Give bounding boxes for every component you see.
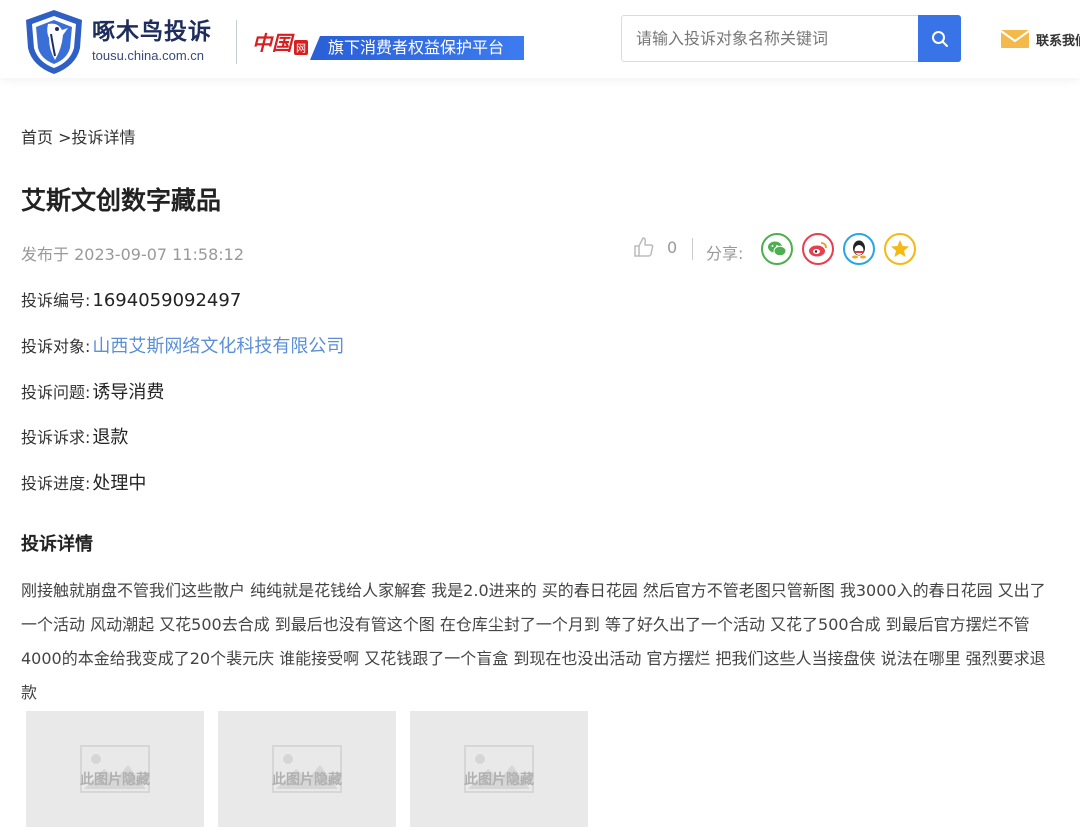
- qq-icon: [852, 240, 866, 259]
- field-label: 投诉问题:: [21, 383, 91, 402]
- woodpecker-shield-icon: [26, 10, 82, 74]
- logo-title: 啄木鸟投诉: [92, 19, 212, 45]
- image-thumbnails: 此图片隐藏 此图片隐藏 此图片隐藏: [26, 711, 588, 827]
- field-complaint-id: 投诉编号: 1694059092497: [21, 287, 241, 311]
- china-com-cn-badge[interactable]: 中国 网 旗下消费者权益保护平台: [250, 24, 524, 60]
- share-qzone-button[interactable]: [884, 233, 916, 265]
- share-qq-button[interactable]: [843, 233, 875, 265]
- breadcrumb-separator: >: [53, 128, 72, 147]
- site-logo[interactable]: 啄木鸟投诉 tousu.china.com.cn: [22, 8, 211, 76]
- detail-text: 刚接触就崩盘不管我们这些散户 纯纯就是花钱给人家解套 我是2.0进来的 买的春日…: [21, 581, 1046, 702]
- china-logo: 中国 网: [250, 24, 316, 60]
- breadcrumb-current: 投诉详情: [71, 128, 136, 147]
- logo-divider: [236, 20, 237, 64]
- platform-slogan: 旗下消费者权益保护平台: [310, 36, 524, 60]
- publish-time: 发布于 2023-09-07 11:58:12: [21, 245, 245, 264]
- page-title: 艾斯文创数字藏品: [21, 186, 222, 215]
- envelope-icon: [1000, 30, 1030, 48]
- search-box: [621, 15, 961, 62]
- share-label: 分享:: [706, 244, 744, 263]
- china-logo-net: 网: [294, 40, 308, 55]
- search-input[interactable]: [622, 16, 918, 61]
- detail-section-title: 投诉详情: [21, 534, 93, 555]
- hidden-image-label: 此图片隐藏: [464, 772, 534, 788]
- hidden-image-thumbnail[interactable]: 此图片隐藏: [410, 711, 588, 827]
- field-complaint-demand: 投诉诉求: 退款: [21, 423, 128, 449]
- share-wechat-button[interactable]: [761, 233, 793, 265]
- thumbs-up-icon: [634, 237, 654, 257]
- field-complaint-target: 投诉对象: 山西艾斯网络文化科技有限公司: [21, 332, 344, 358]
- like-share-divider: [692, 238, 693, 260]
- field-value: 处理中: [92, 473, 147, 494]
- field-label: 投诉对象:: [21, 337, 91, 356]
- logo-text: 啄木鸟投诉 tousu.china.com.cn: [92, 12, 252, 63]
- weibo-icon: [809, 242, 827, 257]
- site-header: 啄木鸟投诉 tousu.china.com.cn 中国 网 旗下消费者权益保护平…: [0, 0, 1080, 78]
- field-complaint-progress: 投诉进度: 处理中: [21, 469, 146, 495]
- search-button[interactable]: [918, 15, 961, 62]
- like-count: 0: [667, 237, 678, 257]
- logo-url: tousu.china.com.cn: [92, 48, 205, 63]
- field-label: 投诉编号:: [21, 291, 91, 310]
- field-label: 投诉诉求:: [21, 428, 91, 447]
- hidden-image-thumbnail[interactable]: 此图片隐藏: [26, 711, 204, 827]
- hidden-image-thumbnail[interactable]: 此图片隐藏: [218, 711, 396, 827]
- field-label: 投诉进度:: [21, 474, 91, 493]
- breadcrumb-home[interactable]: 首页: [21, 128, 53, 147]
- field-complaint-issue: 投诉问题: 诱导消费: [21, 378, 164, 404]
- like-button[interactable]: 0: [633, 236, 677, 258]
- contact-us-label: 联系我们: [1036, 33, 1080, 49]
- share-weibo-button[interactable]: [802, 233, 834, 265]
- search-icon: [931, 30, 948, 47]
- share-icons: [761, 233, 916, 265]
- hidden-image-label: 此图片隐藏: [80, 772, 150, 788]
- field-value: 诱导消费: [92, 382, 165, 403]
- complaint-target-link[interactable]: 山西艾斯网络文化科技有限公司: [92, 336, 344, 357]
- qzone-star-icon: [891, 240, 909, 257]
- field-value: 退款: [92, 427, 129, 448]
- hidden-image-label: 此图片隐藏: [272, 772, 342, 788]
- china-logo-text: 中国: [252, 31, 292, 55]
- field-value: 1694059092497: [92, 290, 242, 311]
- contact-us-link[interactable]: 联系我们: [1000, 28, 1080, 50]
- breadcrumb: 首页 >投诉详情: [21, 124, 136, 148]
- wechat-icon: [768, 241, 787, 257]
